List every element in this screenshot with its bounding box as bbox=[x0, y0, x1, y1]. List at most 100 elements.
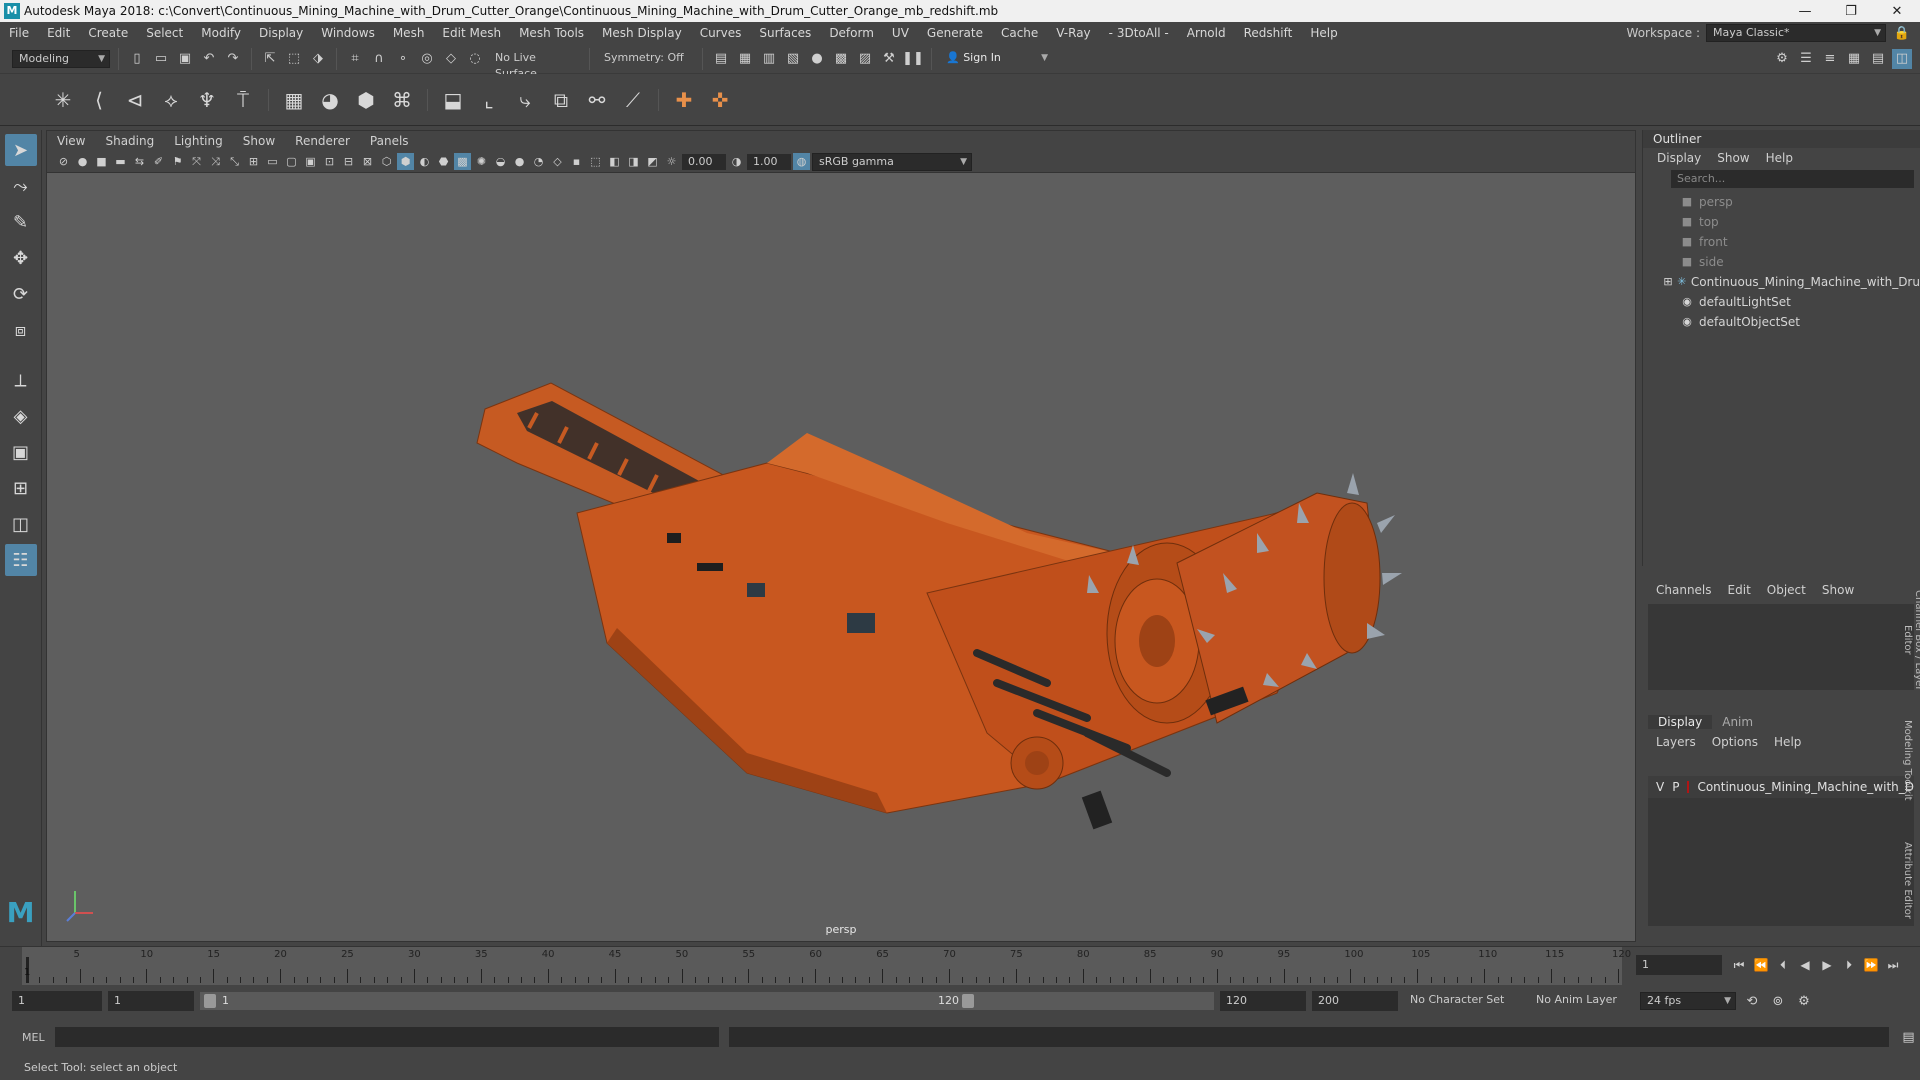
polygon-cylinder-icon[interactable]: ⬢ bbox=[351, 85, 381, 115]
ambient-occlusion-icon[interactable]: ● bbox=[511, 153, 528, 170]
current-frame-field[interactable]: 1 bbox=[1636, 955, 1722, 975]
open-scene-icon[interactable]: ▭ bbox=[151, 49, 171, 69]
separate-icon[interactable]: ⚯ bbox=[582, 85, 612, 115]
layer-editor-toggle-icon[interactable]: ◫ bbox=[1892, 48, 1912, 69]
layer-menu-layers[interactable]: Layers bbox=[1648, 735, 1704, 749]
step-forward-frame-icon[interactable]: ⏵ bbox=[1838, 955, 1860, 975]
color-management-icon[interactable]: ◍ bbox=[793, 153, 810, 170]
polygon-cube-icon[interactable]: ▦ bbox=[279, 85, 309, 115]
view-transform-dropdown[interactable]: sRGB gamma ▼ bbox=[812, 152, 972, 171]
new-scene-icon[interactable]: ▯ bbox=[127, 49, 147, 69]
use-lights-icon[interactable]: ✺ bbox=[473, 153, 490, 170]
wireframe-on-shaded-icon[interactable]: ⬣ bbox=[435, 153, 452, 170]
playback-start-field[interactable]: 1 bbox=[108, 991, 194, 1011]
camera-select-icon[interactable]: ⊘ bbox=[55, 153, 72, 170]
camera-2d-pan-icon[interactable]: ⇆ bbox=[131, 153, 148, 170]
channelbox-menu-object[interactable]: Object bbox=[1759, 583, 1814, 597]
outliner-item-default-object-set[interactable]: ◉ defaultObjectSet bbox=[1679, 312, 1920, 332]
tool-settings-toggle-icon[interactable]: ≡ bbox=[1820, 49, 1840, 69]
menu-select[interactable]: Select bbox=[137, 26, 192, 40]
depth-of-field-icon[interactable]: ▪ bbox=[568, 153, 585, 170]
gate-mask-icon[interactable]: ▣ bbox=[302, 153, 319, 170]
select-object-icon[interactable]: ⬚ bbox=[284, 49, 304, 69]
channelbox-menu-channels[interactable]: Channels bbox=[1648, 583, 1720, 597]
live-surface-field[interactable]: No Live Surface bbox=[489, 49, 581, 80]
snap-view-icon[interactable]: ◎ bbox=[417, 49, 437, 69]
command-input[interactable] bbox=[54, 1027, 719, 1047]
single-pane-layout-icon[interactable]: ▣ bbox=[5, 436, 37, 468]
timeline-track[interactable]: 5 10 15 20 25 30 35 40 45 50 55 60 65 70 75 80 85 90 95 100… bbox=[22, 947, 1631, 985]
rotate-tool-icon[interactable]: ⟳ bbox=[5, 278, 37, 310]
channel-box-toggle-icon[interactable]: ▦ bbox=[1844, 49, 1864, 69]
layer-playback-toggle[interactable]: P bbox=[1672, 780, 1679, 794]
outliner-layout-icon[interactable]: ☷ bbox=[4, 544, 37, 576]
snap-point-icon[interactable]: ∘ bbox=[393, 49, 413, 69]
lasso-tool-icon[interactable]: ⤳ bbox=[5, 170, 37, 202]
ep-curve-icon[interactable]: ⊲ bbox=[120, 85, 150, 115]
curve-tool-icon[interactable]: ⟨ bbox=[84, 85, 114, 115]
insert-edge-loop-icon[interactable]: ✚ bbox=[669, 85, 699, 115]
outliner-item-default-light-set[interactable]: ◉ defaultLightSet bbox=[1679, 292, 1920, 312]
outliner-item-mining-machine[interactable]: ⊞ ✳ Continuous_Mining_Machine_with_Dru bbox=[1663, 272, 1920, 292]
menu-curves[interactable]: Curves bbox=[691, 26, 751, 40]
default-material-icon[interactable]: ◐ bbox=[416, 153, 433, 170]
close-button[interactable]: ✕ bbox=[1874, 4, 1920, 19]
pause-icon[interactable]: ❚❚ bbox=[902, 49, 924, 69]
ipr-render-icon[interactable]: ▥ bbox=[759, 49, 779, 69]
tab-anim[interactable]: Anim bbox=[1712, 715, 1763, 729]
auto-key-icon[interactable]: ⊚ bbox=[1768, 991, 1788, 1011]
viewport-menu-view[interactable]: View bbox=[47, 134, 95, 148]
menu-display[interactable]: Display bbox=[250, 26, 312, 40]
isolate-select-icon[interactable]: ⬚ bbox=[587, 153, 604, 170]
workspace-dropdown[interactable]: Maya Classic* ▼ bbox=[1706, 24, 1886, 42]
redshift-ipr-icon[interactable]: ▨ bbox=[855, 49, 875, 69]
smooth-icon[interactable]: ⟋ bbox=[618, 85, 648, 115]
save-scene-icon[interactable]: ▣ bbox=[175, 49, 195, 69]
range-end-handle[interactable] bbox=[962, 994, 974, 1008]
xray-joints-icon[interactable]: ◨ bbox=[625, 153, 642, 170]
fps-dropdown[interactable]: 24 fps ▼ bbox=[1640, 992, 1736, 1010]
mode-dropdown[interactable]: Modeling ▼ bbox=[12, 49, 110, 68]
step-forward-key-icon[interactable]: ⏩ bbox=[1860, 955, 1882, 975]
channelbox-menu-show[interactable]: Show bbox=[1814, 583, 1862, 597]
layer-row[interactable]: V P Continuous_Mining_Machine_with_D bbox=[1648, 776, 1914, 798]
move-tool-icon[interactable]: ✥ bbox=[5, 242, 37, 274]
go-to-end-icon[interactable]: ⏭ bbox=[1882, 955, 1904, 975]
redo-icon[interactable]: ↷ bbox=[223, 49, 243, 69]
camera-dolly-icon[interactable]: ⤡ bbox=[226, 153, 243, 170]
menu-surfaces[interactable]: Surfaces bbox=[750, 26, 820, 40]
field-chart-icon[interactable]: ⊡ bbox=[321, 153, 338, 170]
gamma-icon[interactable]: ◑ bbox=[728, 153, 745, 170]
select-tool-icon[interactable]: ➤ bbox=[4, 134, 37, 166]
expand-icon[interactable]: ⊞ bbox=[1663, 272, 1673, 292]
menu-redshift[interactable]: Redshift bbox=[1235, 26, 1302, 40]
anti-aliasing-icon[interactable]: ◇ bbox=[549, 153, 566, 170]
bridge-icon[interactable]: ⤷ bbox=[510, 85, 540, 115]
playback-end-field[interactable]: 120 bbox=[1220, 991, 1306, 1011]
hypershade-icon[interactable]: ● bbox=[807, 49, 827, 69]
select-component-icon[interactable]: ⬗ bbox=[308, 49, 328, 69]
bevel-icon[interactable]: ⌞ bbox=[474, 85, 504, 115]
menu-create[interactable]: Create bbox=[79, 26, 137, 40]
paint-select-tool-icon[interactable]: ✎ bbox=[5, 206, 37, 238]
scale-tool-icon[interactable]: ⧈ bbox=[5, 314, 37, 346]
play-forward-icon[interactable]: ▶ bbox=[1816, 955, 1838, 975]
image-plane-icon[interactable]: ▬ bbox=[112, 153, 129, 170]
tab-display[interactable]: Display bbox=[1648, 715, 1713, 729]
range-start-handle[interactable] bbox=[204, 994, 216, 1008]
sign-in-button[interactable]: 👤 Sign In ▼ bbox=[940, 49, 1052, 68]
menu-modify[interactable]: Modify bbox=[192, 26, 250, 40]
render-view-icon[interactable]: ▦ bbox=[735, 49, 755, 69]
menu-deform[interactable]: Deform bbox=[820, 26, 883, 40]
modeling-toolkit-toggle-icon[interactable]: ⚙ bbox=[1772, 49, 1792, 69]
select-hierarchy-icon[interactable]: ⇱ bbox=[260, 49, 280, 69]
scene-end-field[interactable]: 200 bbox=[1312, 991, 1398, 1011]
camera-attributes-icon[interactable]: ● bbox=[74, 153, 91, 170]
render-settings-icon[interactable]: ▧ bbox=[783, 49, 803, 69]
four-pane-layout-icon[interactable]: ⊞ bbox=[5, 472, 37, 504]
layer-menu-options[interactable]: Options bbox=[1704, 735, 1766, 749]
bezier-curve-icon[interactable]: ⟡ bbox=[156, 85, 186, 115]
exposure-field[interactable]: 0.00 bbox=[682, 153, 726, 170]
playback-range-bar[interactable]: 1 120 bbox=[200, 992, 1214, 1010]
anim-layer-dropdown[interactable]: No Anim Layer bbox=[1530, 992, 1634, 1010]
